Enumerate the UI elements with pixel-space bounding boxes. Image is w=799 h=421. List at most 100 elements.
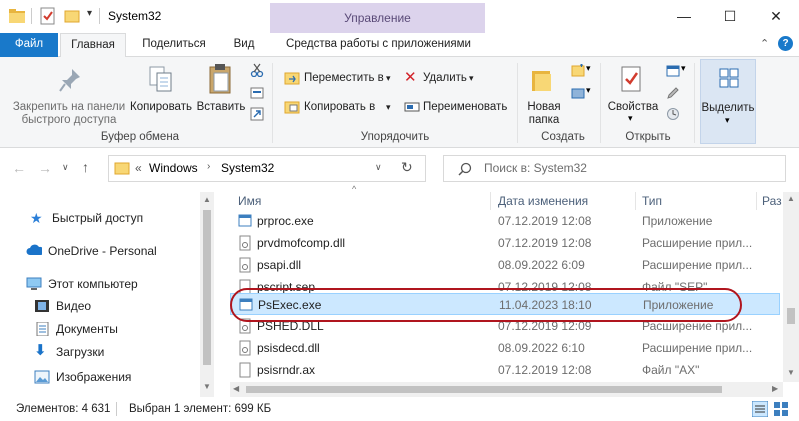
delete-label: Удалить: [423, 72, 467, 84]
properties-dropdown-icon: ▾: [628, 113, 633, 123]
title-divider: [99, 8, 100, 24]
properties-icon: [621, 66, 641, 92]
file-row[interactable]: psisdecd.dll 08.09.2022 6:10 Расширение …: [230, 337, 780, 359]
scroll-up-icon[interactable]: ▲: [203, 195, 211, 204]
pin-quick-access-button[interactable]: Закрепить на панели быстрого доступа: [4, 61, 134, 127]
new-item-dropdown-icon[interactable]: ▾: [586, 63, 591, 74]
refresh-icon[interactable]: ↻: [401, 159, 413, 176]
nav-label: Быстрый доступ: [52, 211, 144, 225]
tab-home[interactable]: Главная: [60, 33, 126, 58]
new-folder-label-line1: Новая: [527, 101, 561, 113]
details-view-icon[interactable]: [752, 401, 768, 417]
scroll-down-icon[interactable]: ▼: [787, 368, 795, 377]
copy-to-icon: [284, 101, 300, 114]
new-item-icon[interactable]: [571, 64, 585, 78]
nav-scrollbar[interactable]: ▲ ▼: [200, 192, 214, 397]
scroll-up-icon[interactable]: ▲: [787, 194, 795, 203]
file-row[interactable]: psisrndr.ax 07.12.2019 12:08 Файл "AX": [230, 359, 780, 381]
column-header-size[interactable]: Раз: [762, 194, 782, 208]
ribbon-collapse-icon[interactable]: ⌃: [760, 37, 769, 50]
easy-access-icon[interactable]: [571, 86, 585, 100]
file-type: Файл "AX": [642, 363, 700, 377]
copy-to-button[interactable]: Копировать в ▾: [282, 97, 396, 117]
column-header-name[interactable]: Имя: [238, 194, 261, 208]
large-icons-view-icon[interactable]: [773, 401, 789, 417]
documents-icon: [36, 322, 49, 336]
tab-app-tools[interactable]: Средства работы с приложениями: [272, 33, 485, 57]
file-date: 08.09.2022 6:09: [498, 258, 585, 272]
video-icon: [35, 300, 49, 312]
new-folder-qat-icon[interactable]: [64, 8, 80, 24]
group-separator: [272, 63, 273, 143]
column-header-date[interactable]: Дата изменения: [498, 194, 588, 208]
nav-label: Документы: [56, 322, 118, 336]
file-date: 08.09.2022 6:10: [498, 341, 585, 355]
nav-scroll-thumb[interactable]: [203, 210, 211, 365]
files-hscroll-thumb[interactable]: [246, 386, 722, 393]
scroll-down-icon[interactable]: ▼: [203, 382, 211, 391]
tab-share[interactable]: Поделиться: [132, 33, 216, 57]
paste-button[interactable]: Вставить: [194, 61, 248, 113]
file-row[interactable]: prproc.exe 07.12.2019 12:08 Приложение: [230, 210, 780, 232]
back-button[interactable]: ←: [12, 160, 26, 176]
forward-button[interactable]: →: [38, 160, 52, 176]
download-icon: ⬇: [34, 342, 47, 359]
address-bar[interactable]: « Windows › System32 ∨ ↻: [108, 155, 426, 182]
files-horizontal-scrollbar[interactable]: ◀ ▶: [230, 382, 783, 397]
easy-access-dropdown-icon[interactable]: ▾: [586, 85, 591, 96]
history-icon[interactable]: [666, 107, 680, 121]
paste-shortcut-icon[interactable]: [250, 107, 264, 121]
new-folder-button[interactable]: Новая папка: [522, 61, 566, 127]
copy-button[interactable]: Копировать: [126, 61, 196, 113]
select-button[interactable]: Выделить ▾: [700, 59, 756, 144]
scroll-left-icon[interactable]: ◀: [233, 384, 239, 393]
cloud-icon: [26, 244, 42, 255]
file-row[interactable]: prvdmofcomp.dll 07.12.2019 12:08 Расшире…: [230, 232, 780, 254]
group-separator: [694, 63, 695, 143]
open-icon[interactable]: [666, 64, 680, 78]
delete-button[interactable]: ✕ Удалить ▾: [404, 68, 484, 88]
ribbon-tabs: Файл Главная Поделиться Вид Средства раб…: [0, 33, 799, 58]
search-box[interactable]: Поиск в: System32: [443, 155, 786, 182]
status-selected: Выбран 1 элемент: 699 КБ: [129, 403, 272, 415]
dll-file-icon: [239, 235, 251, 251]
files-scroll-thumb[interactable]: [787, 308, 795, 324]
column-divider: [490, 192, 491, 210]
copy-path-icon[interactable]: [250, 86, 264, 100]
help-icon[interactable]: ?: [778, 36, 793, 51]
move-to-icon: [284, 72, 300, 85]
move-to-button[interactable]: Переместить в ▾: [282, 68, 396, 88]
file-type: Расширение прил...: [642, 341, 753, 355]
file-row[interactable]: psapi.dll 08.09.2022 6:09 Расширение при…: [230, 254, 780, 276]
computer-icon: [26, 277, 42, 290]
delete-dropdown-icon: ▾: [469, 73, 474, 83]
breadcrumb-windows[interactable]: Windows: [149, 161, 198, 175]
cut-icon[interactable]: [250, 63, 264, 77]
files-vertical-scrollbar[interactable]: ▲ ▼: [783, 192, 799, 382]
column-divider: [635, 192, 636, 210]
recent-locations-icon[interactable]: ∨: [62, 162, 69, 173]
properties-qat-icon[interactable]: [40, 7, 56, 25]
rename-label: Переименовать: [423, 101, 508, 113]
properties-button[interactable]: Свойства ▾: [604, 61, 662, 123]
tab-view[interactable]: Вид: [222, 33, 266, 57]
qat-dropdown-icon[interactable]: ▾: [87, 8, 92, 19]
dll-file-icon: [239, 257, 251, 273]
pin-icon: [59, 69, 80, 92]
close-button[interactable]: ✕: [753, 0, 799, 32]
minimize-button[interactable]: —: [661, 0, 707, 32]
scroll-right-icon[interactable]: ▶: [772, 384, 778, 393]
maximize-button[interactable]: ☐: [707, 0, 753, 32]
context-tab-manage[interactable]: Управление: [270, 3, 485, 33]
address-dropdown-icon[interactable]: ∨: [375, 162, 382, 173]
ribbon-home: Закрепить на панели быстрого доступа Коп…: [0, 57, 799, 148]
breadcrumb-system32[interactable]: System32: [221, 161, 274, 175]
up-button[interactable]: ↑: [82, 159, 89, 175]
edit-icon[interactable]: [666, 86, 680, 100]
tab-file[interactable]: Файл: [0, 33, 58, 57]
file-date: 07.12.2019 12:08: [498, 236, 592, 250]
column-header-type[interactable]: Тип: [642, 194, 662, 208]
rename-button[interactable]: Переименовать: [404, 97, 516, 117]
open-dropdown-icon[interactable]: ▾: [681, 63, 686, 74]
address-overflow[interactable]: «: [135, 161, 142, 175]
